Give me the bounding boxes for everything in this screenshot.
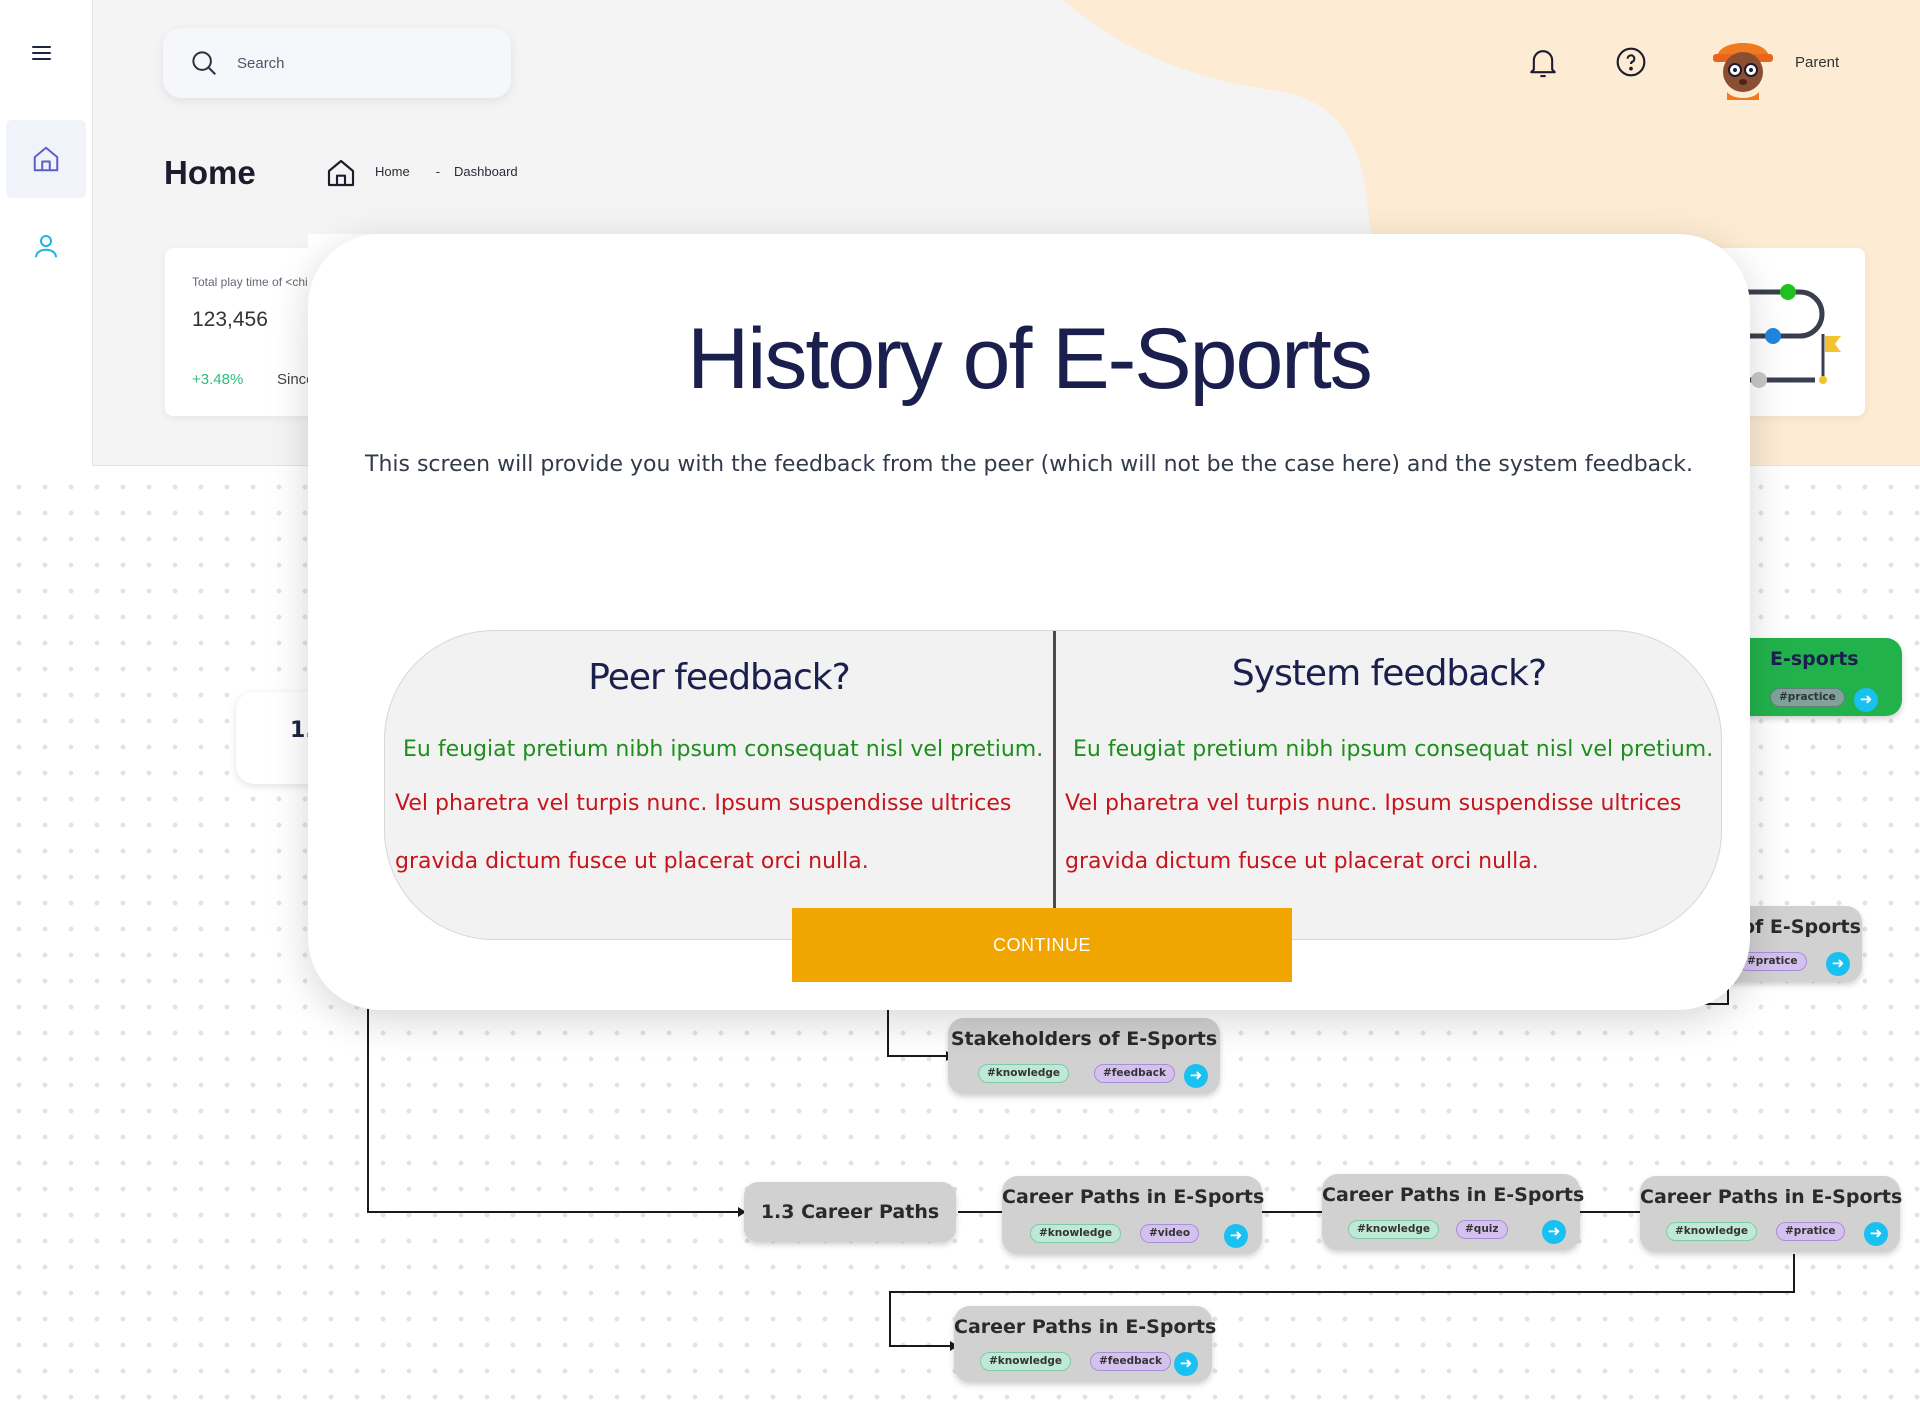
arrow-right-icon[interactable]: [1826, 952, 1850, 976]
arrow-right-icon[interactable]: [1854, 688, 1878, 712]
peer-feedback-heading: Peer feedback?: [588, 657, 850, 698]
system-feedback-heading: System feedback?: [1231, 653, 1547, 694]
tag: #knowledge: [1348, 1220, 1440, 1239]
node-title: of E-Sports: [1742, 916, 1861, 938]
tag: #practice: [1770, 688, 1845, 707]
tag: #knowledge: [980, 1352, 1072, 1371]
continue-button[interactable]: CONTINUE: [792, 908, 1292, 982]
node-title: E-sports: [1770, 648, 1859, 670]
peer-negative-text-1: Vel pharetra vel turpis nunc. Ipsum susp…: [395, 791, 1012, 816]
modal-description: This screen will provide you with the fe…: [365, 452, 1693, 477]
modal-title: History of E-Sports: [687, 311, 1373, 407]
tag: #knowledge: [1666, 1222, 1758, 1241]
feedback-modal: History of E-Sports This screen will pro…: [308, 234, 1750, 1010]
node-title: Career Paths in E-Sports: [1002, 1186, 1265, 1208]
tag: #pratice: [1776, 1222, 1845, 1241]
tag: #feedback: [1094, 1064, 1175, 1083]
node-title: Stakeholders of E-Sports: [950, 1028, 1218, 1050]
flow-node-career-quiz[interactable]: Career Paths in E-Sports #knowledge #qui…: [1322, 1174, 1585, 1250]
peer-positive-text: Eu feugiat pretium nibh ipsum consequat …: [403, 737, 1044, 762]
tag: #knowledge: [1030, 1224, 1122, 1243]
node-title: Career Paths in E-Sports: [954, 1316, 1217, 1338]
tag: #pratice: [1738, 952, 1807, 971]
peer-feedback-column: Peer feedback? Eu feugiat pretium nibh i…: [385, 631, 1053, 939]
tag: #quiz: [1456, 1220, 1508, 1239]
node-title: Career Paths in E-Sports: [1640, 1186, 1903, 1208]
sidebar-item-home[interactable]: [6, 120, 86, 198]
arrow-right-icon[interactable]: [1184, 1064, 1208, 1088]
home-icon: [33, 146, 59, 172]
flow-node-career-feedback[interactable]: Career Paths in E-Sports #knowledge #fee…: [954, 1306, 1217, 1382]
sidebar-item-profile[interactable]: [26, 226, 66, 266]
flow-section-career-paths[interactable]: 1.3 Career Paths: [744, 1182, 956, 1242]
flow-node-stakeholders[interactable]: Stakeholders of E-Sports #knowledge #fee…: [948, 1018, 1220, 1094]
hamburger-icon[interactable]: [32, 46, 51, 60]
feedback-panel: Peer feedback? Eu feugiat pretium nibh i…: [384, 630, 1722, 940]
system-positive-text: Eu feugiat pretium nibh ipsum consequat …: [1073, 737, 1714, 762]
arrow-right-icon[interactable]: [1542, 1220, 1566, 1244]
sidebar: [0, 0, 92, 466]
tag: #knowledge: [978, 1064, 1070, 1083]
system-feedback-column: System feedback? Eu feugiat pretium nibh…: [1055, 631, 1721, 939]
node-title: Career Paths in E-Sports: [1322, 1184, 1585, 1206]
tag: #video: [1140, 1224, 1200, 1243]
arrow-right-icon[interactable]: [1174, 1352, 1198, 1376]
flow-node-career-practice[interactable]: Career Paths in E-Sports #knowledge #pra…: [1640, 1176, 1903, 1252]
arrow-right-icon[interactable]: [1864, 1222, 1888, 1246]
user-icon: [35, 235, 57, 258]
system-negative-text-2: gravida dictum fusce ut placerat orci nu…: [1065, 849, 1539, 874]
flow-node-career-video[interactable]: Career Paths in E-Sports #knowledge #vid…: [1002, 1176, 1265, 1254]
peer-negative-text-2: gravida dictum fusce ut placerat orci nu…: [395, 849, 869, 874]
arrow-right-icon[interactable]: [1224, 1224, 1248, 1248]
tag: #feedback: [1090, 1352, 1171, 1371]
system-negative-text-1: Vel pharetra vel turpis nunc. Ipsum susp…: [1065, 791, 1682, 816]
